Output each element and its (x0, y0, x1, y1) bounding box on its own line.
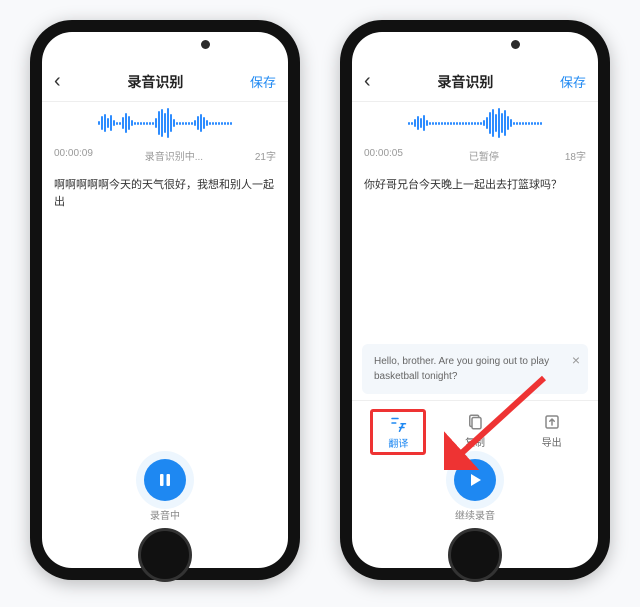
screen-right: ‹ 录音识别 保存 00:00:05 已暂停 1 (352, 32, 598, 568)
action-row: 翻译 复制 导出 (352, 400, 598, 459)
translate-icon (389, 414, 407, 432)
char-count: 18字 (565, 148, 586, 163)
home-button[interactable] (138, 528, 192, 582)
meta-row: 00:00:05 已暂停 18字 (352, 144, 598, 169)
record-label: 继续录音 (455, 507, 495, 522)
record-label: 录音中 (150, 507, 180, 522)
copy-icon (466, 413, 484, 431)
save-button[interactable]: 保存 (560, 72, 586, 91)
back-icon[interactable]: ‹ (364, 70, 371, 93)
translation-text: Hello, brother. Are you going out to pla… (374, 356, 549, 382)
home-button[interactable] (448, 528, 502, 582)
phone-right: ‹ 录音识别 保存 00:00:05 已暂停 1 (340, 20, 610, 580)
export-icon (543, 413, 561, 431)
close-icon[interactable]: × (572, 350, 580, 371)
char-count: 21字 (255, 148, 276, 163)
record-play-button[interactable] (454, 459, 496, 501)
rec-status: 已暂停 (469, 148, 499, 163)
page-title: 录音识别 (437, 72, 493, 92)
save-button[interactable]: 保存 (250, 72, 276, 91)
header: ‹ 录音识别 保存 (352, 64, 598, 102)
record-pause-button[interactable] (144, 459, 186, 501)
translate-button[interactable]: 翻译 (370, 409, 426, 455)
screen-left: ‹ 录音识别 保存 00:00:09 录音识别中... (42, 32, 288, 568)
transcript-text: 啊啊啊啊啊今天的天气很好，我想和别人一起出 (42, 169, 288, 218)
header: ‹ 录音识别 保存 (42, 64, 288, 102)
phone-left: ‹ 录音识别 保存 00:00:09 录音识别中... (30, 20, 300, 580)
pause-icon (157, 472, 173, 488)
action-label: 翻译 (388, 435, 408, 450)
back-icon[interactable]: ‹ (54, 70, 61, 93)
rec-status: 录音识别中... (145, 148, 203, 163)
elapsed-time: 00:00:09 (54, 148, 93, 163)
page-title: 录音识别 (127, 72, 183, 92)
elapsed-time: 00:00:05 (364, 148, 403, 163)
action-label: 导出 (542, 434, 562, 449)
waveform (42, 102, 288, 144)
meta-row: 00:00:09 录音识别中... 21字 (42, 144, 288, 169)
export-button[interactable]: 导出 (524, 409, 580, 455)
translation-panel: × Hello, brother. Are you going out to p… (362, 344, 588, 394)
play-icon (467, 472, 483, 488)
waveform (352, 102, 598, 144)
action-label: 复制 (465, 434, 485, 449)
copy-button[interactable]: 复制 (447, 409, 503, 455)
transcript-text: 你好哥兄台今天晚上一起出去打篮球吗？ (352, 169, 598, 202)
